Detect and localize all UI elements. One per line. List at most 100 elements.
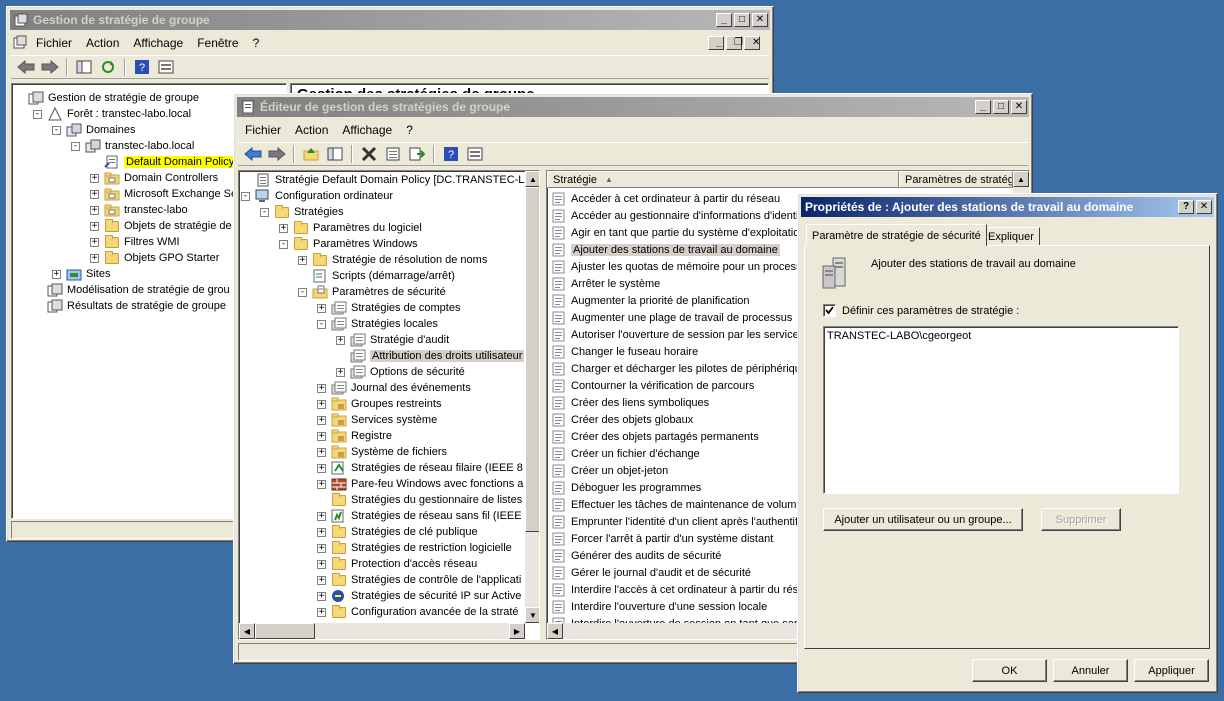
back-arrow-icon[interactable] [15,57,37,77]
dialog-titlebar[interactable]: Propriétés de : Ajouter des stations de … [801,197,1214,217]
help-button[interactable]: ? [1178,200,1194,214]
policy-list-item[interactable]: Autoriser l'ouverture de session par les… [551,326,804,343]
scroll-down-button[interactable]: ▼ [525,607,539,623]
tree-item[interactable]: + Protection d'accès réseau [317,556,477,572]
policy-list-item[interactable]: Augmenter la priorité de planification [551,292,750,309]
expand-icon[interactable]: + [317,447,326,457]
policy-list-item[interactable]: Effectuer les tâches de maintenance de v… [551,496,803,513]
expand-icon[interactable]: + [317,543,326,553]
tree-item[interactable]: Stratégies du gestionnaire de listes [317,492,522,508]
tree-item[interactable]: + Stratégies de restriction logicielle [317,540,512,556]
refresh-icon[interactable] [97,57,119,77]
tree-item[interactable]: + Microsoft Exchange Secur [90,186,252,202]
tree-item[interactable]: + Groupes restreints [317,396,441,412]
tree-item[interactable]: - Stratégies [260,204,344,220]
tree-item[interactable]: + Objets GPO Starter [90,250,219,266]
scroll-up-button[interactable]: ▲ [525,171,539,187]
tree-item[interactable]: + Registre [317,428,392,444]
scroll-left-button[interactable]: ◀ [547,623,563,639]
scroll-left-button[interactable]: ◀ [239,623,255,639]
tree-item[interactable]: + Stratégies de contrôle de l'applicati [317,572,521,588]
hscroll-thumb[interactable] [255,623,315,639]
gpmc-menu-action[interactable]: Action [79,36,126,50]
back-arrow-icon[interactable] [242,144,264,164]
policy-list-item[interactable]: Gérer le journal d'audit et de sécurité [551,564,751,581]
expand-icon[interactable]: + [90,189,99,199]
tree-item[interactable]: + Stratégies de clé publique [317,524,478,540]
tree-item[interactable]: - Domaines [52,122,136,138]
tree-item[interactable]: Attribution des droits utilisateur [336,348,525,364]
tree-item[interactable]: Gestion de stratégie de groupe [14,90,199,106]
policy-list-item[interactable]: Augmenter une plage de travail de proces… [551,309,792,326]
export-list-icon[interactable] [406,144,428,164]
expand-icon[interactable]: + [317,559,326,569]
scroll-right-button[interactable]: ▶ [509,623,525,639]
tree-item[interactable]: - Forêt : transtec-labo.local [33,106,191,122]
expand-icon[interactable]: + [90,205,99,215]
expand-icon[interactable]: + [90,237,99,247]
tree-item[interactable]: + Stratégies de réseau filaire (IEEE 8 [317,460,523,476]
collapse-icon[interactable]: - [260,207,269,217]
tree-horizontal-scrollbar[interactable]: ◀ ▶ [239,623,525,639]
tree-item[interactable]: Modélisation de stratégie de grou [33,282,230,298]
column-header-strategie[interactable]: Stratégie ▲ [547,171,899,188]
scroll-up-button[interactable]: ▲ [1013,171,1029,187]
tree-item[interactable]: + Services système [317,412,437,428]
gpmc-menu-fichier[interactable]: Fichier [29,36,79,50]
expand-icon[interactable]: + [317,607,326,617]
expand-icon[interactable]: + [90,221,99,231]
ok-button[interactable]: OK [972,659,1047,682]
expand-icon[interactable]: + [298,255,307,265]
mdi-close-button[interactable]: ✕ [744,36,760,50]
collapse-icon[interactable]: - [33,109,42,119]
policy-list-item[interactable]: Interdire l'ouverture d'une session loca… [551,598,767,615]
define-settings-checkbox[interactable] [823,304,836,317]
help-icon[interactable]: ? [440,144,462,164]
gpmc-titlebar[interactable]: Gestion de stratégie de groupe _ □ ✕ [10,10,770,30]
show-tree-icon[interactable] [324,144,346,164]
editor-menu-help[interactable]: ? [399,123,420,137]
cancel-button[interactable]: Annuler [1053,659,1128,682]
tree-item[interactable]: + Paramètres du logiciel [279,220,422,236]
policy-list-item[interactable]: Créer des liens symboliques [551,394,709,411]
policy-list-item[interactable]: Emprunter l'identité d'un client après l… [551,513,801,530]
tree-item[interactable]: + Objets de stratégie de gr [90,218,244,234]
expand-icon[interactable]: + [317,415,326,425]
remove-button[interactable]: Supprimer [1041,508,1121,531]
tree-item[interactable]: + Configuration avancée de la straté [317,604,519,620]
tab-security-setting[interactable]: Paramètre de stratégie de sécurité [806,224,987,246]
close-button[interactable]: ✕ [1011,100,1027,114]
tree-item[interactable]: - Stratégies locales [317,316,438,332]
delete-icon[interactable] [358,144,380,164]
policy-list-item[interactable]: Accéder à cet ordinateur à partir du rés… [551,190,780,207]
mdi-restore-button[interactable]: ❐ [726,36,743,50]
policy-list-item[interactable]: Créer des objets globaux [551,411,693,428]
expand-icon[interactable]: + [317,511,326,521]
policy-list-item[interactable]: Créer un fichier d'échange [551,445,700,462]
tree-item[interactable]: - transtec-labo.local [71,138,194,154]
editor-titlebar[interactable]: Éditeur de gestion des stratégies de gro… [237,97,1029,117]
tab-expliquer[interactable]: Expliquer [982,227,1040,245]
expand-icon[interactable]: + [317,591,326,601]
member-item[interactable]: TRANSTEC-LABO\cgeorgeot [827,330,971,342]
expand-icon[interactable]: + [317,463,326,473]
tree-item[interactable]: Résultats de stratégie de groupe [33,298,226,314]
expand-icon[interactable]: + [317,575,326,585]
tree-item[interactable]: + Stratégies de comptes [317,300,460,316]
policy-list-item[interactable]: Ajuster les quotas de mémoire pour un pr… [551,258,808,275]
tree-item[interactable]: - Configuration ordinateur [241,188,393,204]
tree-item[interactable]: + Stratégies de sécurité IP sur Active [317,588,521,604]
policy-list-item[interactable]: Interdire l'accès à cet ordinateur à par… [551,581,798,598]
tree-item[interactable]: + Filtres WMI [90,234,180,250]
tree-item[interactable]: + Système de fichiers [317,444,447,460]
policy-list-item[interactable]: Générer des audits de sécurité [551,547,721,564]
tree-item[interactable]: Default Domain Policy [90,154,237,170]
expand-icon[interactable]: + [317,383,326,393]
apply-button[interactable]: Appliquer [1134,659,1209,682]
expand-icon[interactable]: + [336,335,345,345]
expand-icon[interactable]: + [279,223,288,233]
editor-tree-pane[interactable]: Stratégie Default Domain Policy [DC.TRAN… [238,170,540,640]
mdi-minimize-button[interactable]: _ [708,36,724,50]
expand-icon[interactable]: + [317,303,326,313]
tree-item[interactable]: - Paramètres de sécurité [298,284,446,300]
